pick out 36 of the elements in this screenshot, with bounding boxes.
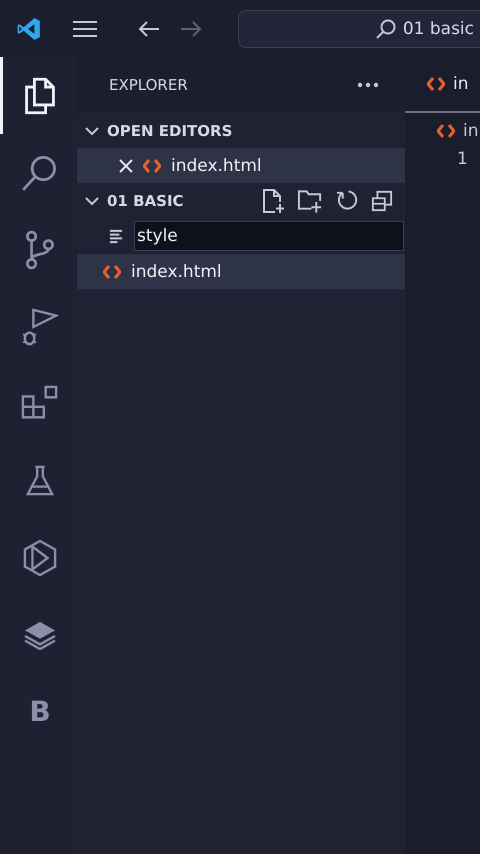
new-file-icon[interactable]: [261, 188, 285, 214]
search-icon: [374, 18, 397, 40]
more-icon[interactable]: [357, 82, 379, 88]
branch-icon: [24, 230, 56, 270]
back-arrow-icon[interactable]: [138, 20, 160, 38]
hexagon-play-icon: [23, 538, 57, 576]
line-number: 1: [456, 148, 469, 169]
new-folder-icon[interactable]: [297, 188, 324, 214]
refresh-icon[interactable]: [336, 189, 359, 212]
chevron-icon[interactable]: [85, 126, 99, 136]
code-editor-logo-icon: [16, 16, 42, 42]
file-name-input[interactable]: style: [134, 221, 404, 251]
run-debug-icon: [21, 306, 59, 348]
file-item[interactable]: index.html: [77, 148, 405, 183]
html-file-icon: [427, 77, 445, 91]
chevron-icon[interactable]: [85, 196, 99, 206]
close-icon[interactable]: [119, 158, 133, 172]
activity-item[interactable]: B: [0, 673, 77, 750]
search-icon: [21, 154, 59, 192]
letter-label: B: [29, 695, 51, 728]
forward-arrow-icon[interactable]: [180, 20, 202, 38]
breadcrumb[interactable]: in: [463, 121, 478, 141]
section-title[interactable]: OPEN EDITORS: [107, 122, 232, 140]
files-icon: [23, 76, 57, 114]
menu-icon[interactable]: [72, 18, 98, 38]
collapse-all-icon[interactable]: [371, 190, 393, 212]
html-file-icon: [103, 264, 121, 278]
html-file-icon: [143, 158, 161, 172]
text-file-icon: [109, 228, 124, 244]
panel-title: EXPLORER: [109, 76, 188, 94]
file-item[interactable]: index.html: [77, 254, 405, 289]
html-file-icon: [437, 124, 455, 138]
flask-icon: [25, 464, 55, 498]
search-field[interactable]: 01 basic: [238, 10, 480, 48]
section-title[interactable]: 01 BASIC: [107, 192, 184, 210]
layers-icon: [23, 620, 57, 650]
